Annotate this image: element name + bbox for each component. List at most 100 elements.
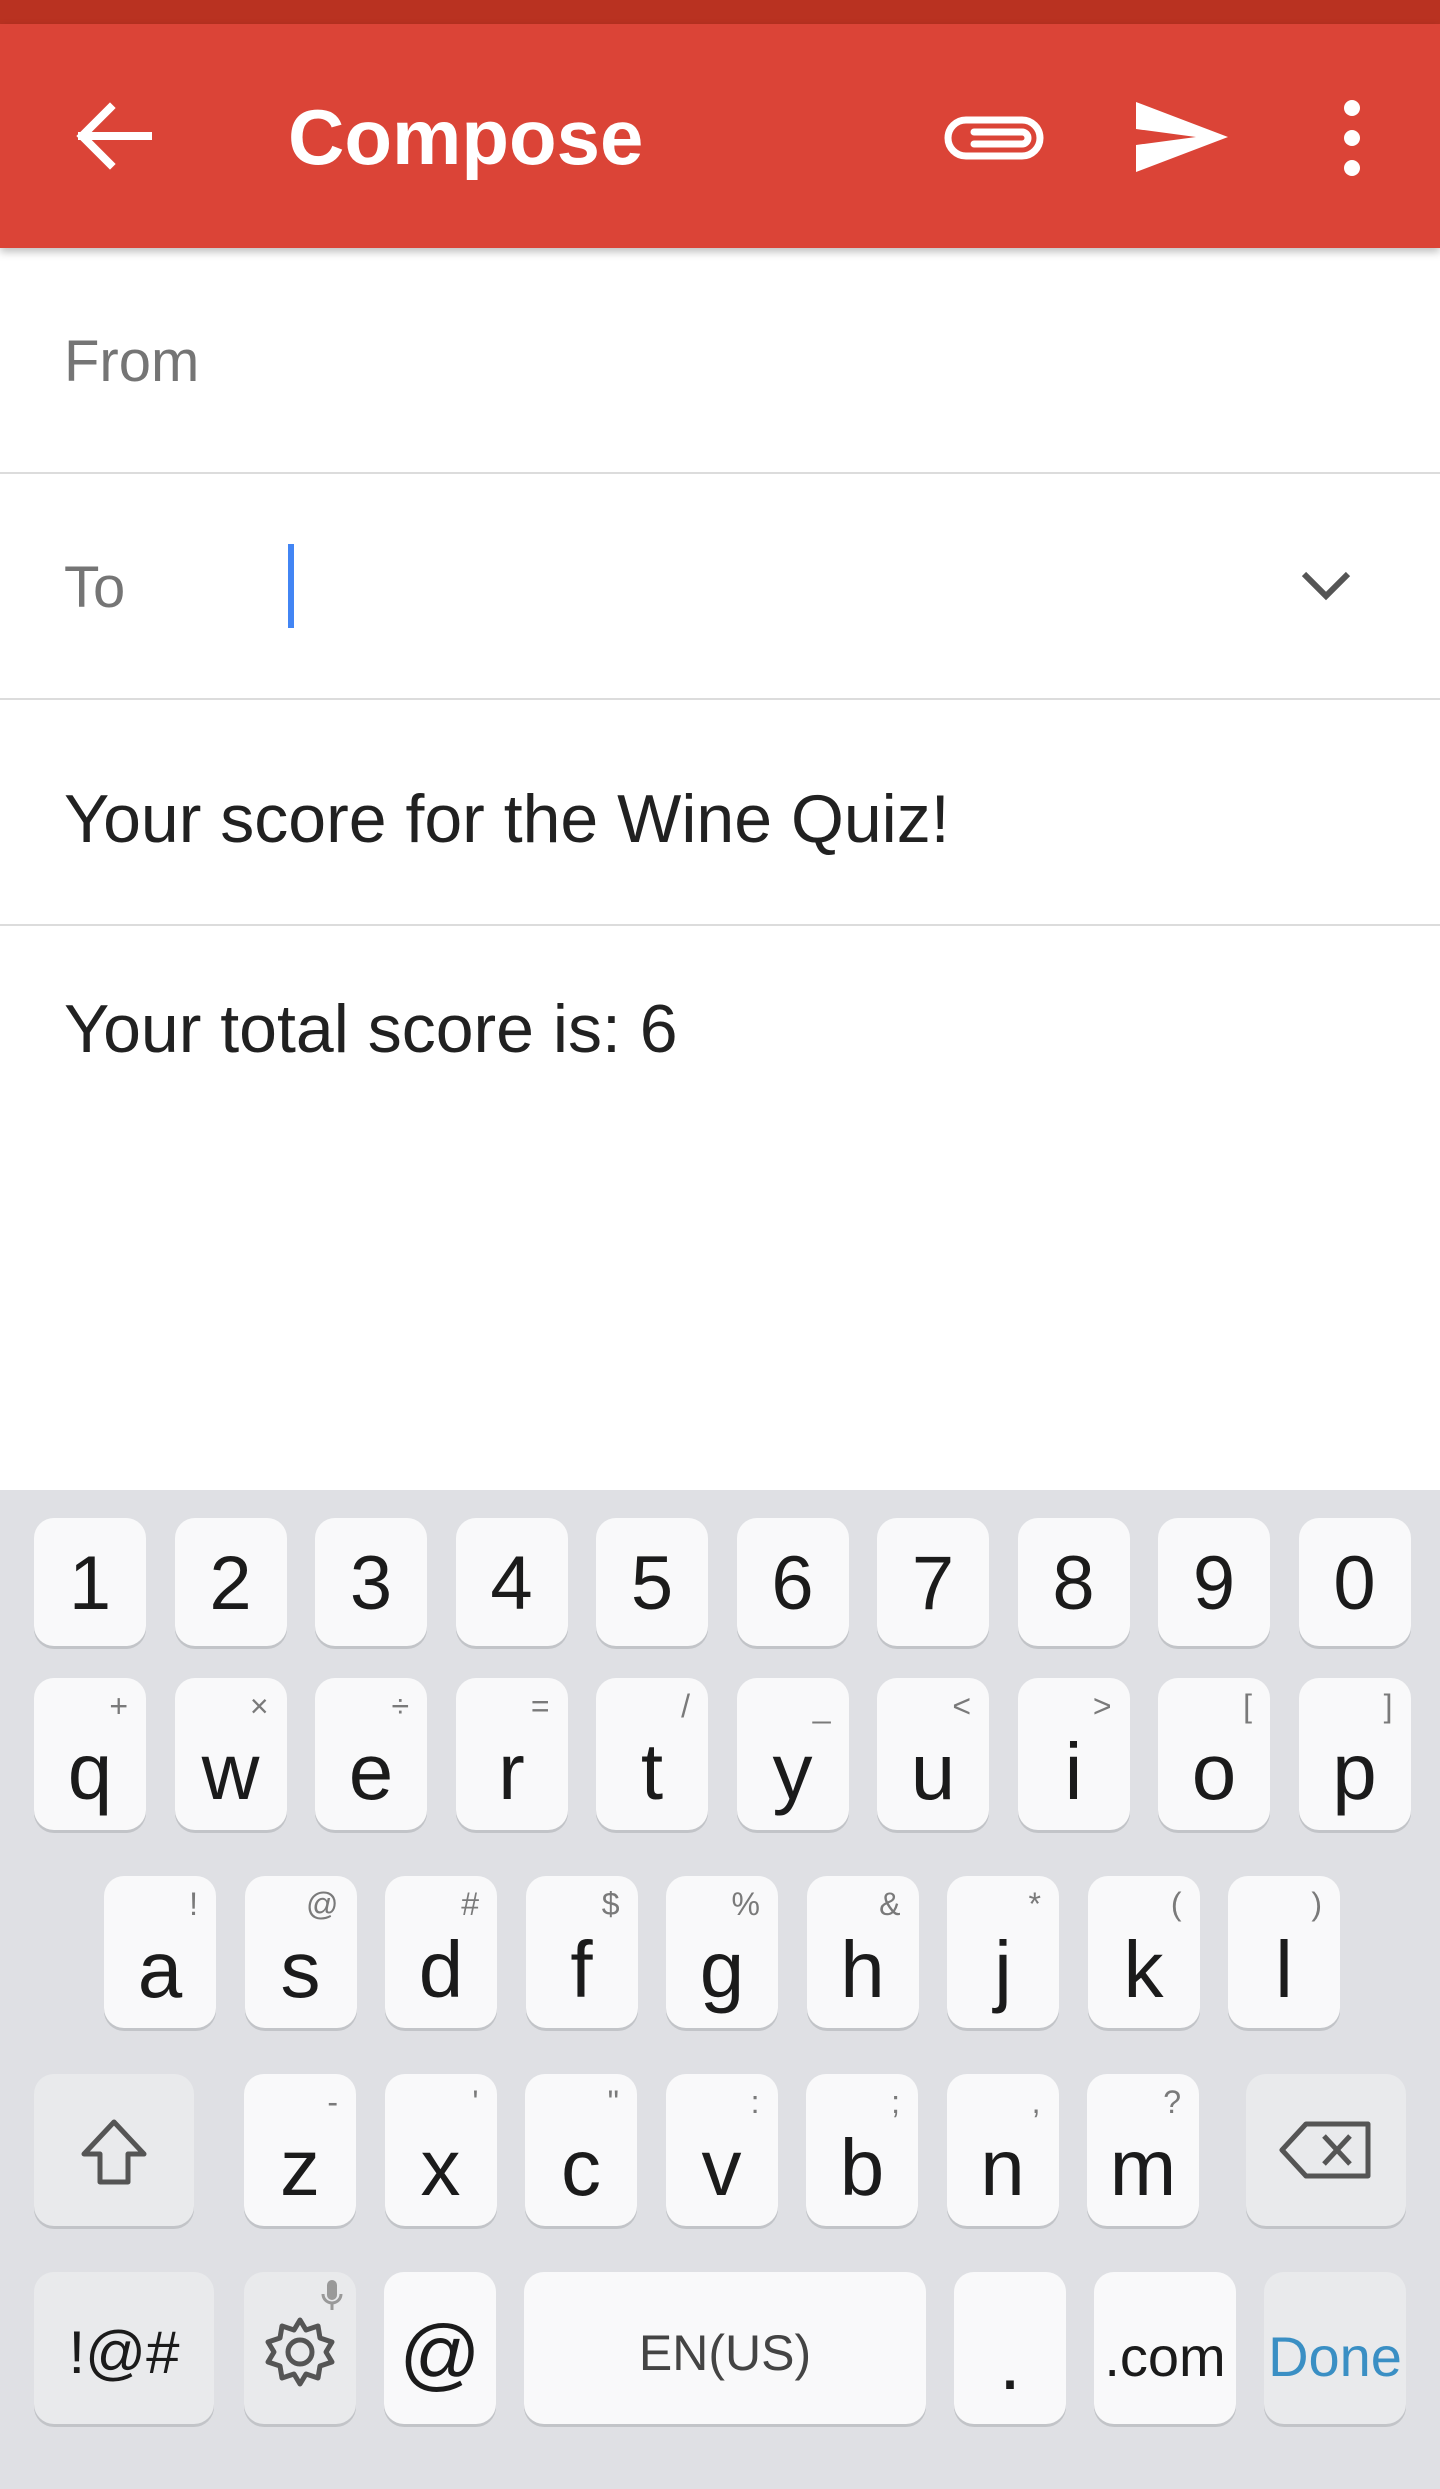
- gear-icon: [265, 2317, 335, 2387]
- key-k[interactable]: k(: [1087, 1876, 1200, 2028]
- key-g-label: g: [699, 1925, 745, 2014]
- backspace-key[interactable]: [1246, 2074, 1406, 2226]
- body-field[interactable]: Your total score is: 6: [64, 990, 678, 1068]
- status-bar: [0, 0, 1440, 24]
- key-y[interactable]: y _: [736, 1678, 849, 1830]
- dotcom-key[interactable]: .com: [1094, 2272, 1236, 2424]
- key-u-label: u: [910, 1727, 956, 1816]
- key-8[interactable]: 8: [1017, 1518, 1130, 1646]
- done-key[interactable]: Done: [1264, 2272, 1406, 2424]
- attachment-icon[interactable]: [944, 104, 1044, 176]
- key-n[interactable]: n,: [946, 2074, 1059, 2226]
- more-vert-icon[interactable]: [1330, 96, 1374, 180]
- key-z-hint: -: [327, 2084, 338, 2120]
- key-e[interactable]: e ÷: [315, 1678, 427, 1830]
- key-l-hint: ): [1311, 1886, 1322, 1922]
- key-w[interactable]: w ×: [174, 1678, 287, 1830]
- key-7[interactable]: 7: [877, 1518, 989, 1646]
- key-x-label: x: [420, 2123, 461, 2212]
- key-r[interactable]: r =: [455, 1678, 568, 1830]
- key-1[interactable]: 1: [34, 1518, 146, 1646]
- key-j-label: j: [994, 1925, 1012, 2014]
- key-q-label: q: [67, 1727, 113, 1816]
- key-5[interactable]: 5: [596, 1518, 708, 1646]
- key-6-label: 6: [771, 1541, 814, 1626]
- key-d-hint: #: [461, 1886, 479, 1922]
- back-arrow-icon[interactable]: [70, 94, 154, 178]
- key-2[interactable]: 2: [174, 1518, 287, 1646]
- key-q-hint: +: [109, 1688, 128, 1724]
- key-3[interactable]: 3: [315, 1518, 427, 1646]
- period-key[interactable]: .: [954, 2272, 1066, 2424]
- send-icon[interactable]: [1132, 96, 1232, 178]
- key-v[interactable]: v:: [665, 2074, 778, 2226]
- key-w-hint: ×: [249, 1688, 269, 1724]
- key-a-label: a: [137, 1925, 183, 2014]
- key-c[interactable]: c ": [525, 2074, 637, 2226]
- key-3-label: 3: [349, 1541, 393, 1626]
- to-input[interactable]: [300, 534, 1204, 636]
- key-a[interactable]: a!: [104, 1876, 216, 2028]
- key-m-hint: ?: [1163, 2084, 1181, 2120]
- key-o-hint: [: [1243, 1688, 1252, 1724]
- from-row[interactable]: From: [0, 248, 1440, 474]
- symbols-key[interactable]: !@#: [34, 2272, 214, 2424]
- key-j[interactable]: j *: [947, 1876, 1059, 2028]
- key-v-hint: :: [750, 2084, 760, 2120]
- key-g-hint: %: [731, 1886, 760, 1922]
- key-o[interactable]: o[: [1158, 1678, 1270, 1830]
- key-k-hint: (: [1170, 1886, 1182, 1922]
- key-d[interactable]: d #: [385, 1876, 497, 2028]
- key-p-hint: ]: [1383, 1688, 1393, 1724]
- to-row[interactable]: To: [0, 474, 1440, 700]
- text-cursor: [288, 544, 294, 628]
- key-t-label: t: [640, 1727, 664, 1816]
- key-c-label: c: [561, 2123, 601, 2212]
- key-4[interactable]: 4: [455, 1518, 568, 1646]
- key-f-label: f: [570, 1925, 593, 2014]
- key-u[interactable]: u <: [877, 1678, 989, 1830]
- key-b-label: b: [839, 2123, 885, 2212]
- key-l-label: l: [1275, 1925, 1293, 2014]
- key-e-hint: ÷: [391, 1688, 409, 1724]
- key-6[interactable]: 6: [736, 1518, 849, 1646]
- key-s[interactable]: s @: [244, 1876, 357, 2028]
- keyboard: 1 2 3 4 5 6 7 8 9 0 q + w × e ÷ r = t / y _ u < i > o[p] a! s @ d # f $ g%…: [0, 1490, 1440, 2489]
- from-label: From: [64, 329, 200, 394]
- key-o-label: o: [1191, 1727, 1237, 1816]
- subject-field[interactable]: Your score for the Wine Quiz!: [64, 780, 950, 858]
- key-n-label: n: [980, 2123, 1025, 2212]
- key-b-hint: ;: [891, 2084, 900, 2120]
- app-bar: Compose: [0, 24, 1440, 248]
- key-p[interactable]: p]: [1298, 1678, 1411, 1830]
- key-f[interactable]: f $: [525, 1876, 638, 2028]
- key-b[interactable]: b;: [806, 2074, 918, 2226]
- key-h[interactable]: h &: [806, 1876, 919, 2028]
- key-s-hint: @: [306, 1886, 339, 1922]
- key-2-label: 2: [209, 1541, 252, 1626]
- key-a-hint: !: [189, 1886, 198, 1922]
- key-x[interactable]: x ': [384, 2074, 497, 2226]
- key-g[interactable]: g%: [666, 1876, 778, 2028]
- key-n-hint: ,: [1031, 2084, 1041, 2120]
- at-key[interactable]: @: [384, 2272, 496, 2424]
- settings-key[interactable]: [244, 2272, 356, 2424]
- key-d-label: d: [418, 1925, 464, 2014]
- key-9-label: 9: [1192, 1541, 1236, 1626]
- key-s-label: s: [280, 1925, 321, 2014]
- subject-row[interactable]: Your score for the Wine Quiz!: [0, 700, 1440, 926]
- key-9[interactable]: 9: [1158, 1518, 1270, 1646]
- key-i[interactable]: i >: [1017, 1678, 1130, 1830]
- shift-key[interactable]: [34, 2074, 194, 2226]
- key-t-hint: /: [681, 1688, 690, 1724]
- key-i-hint: >: [1092, 1688, 1112, 1724]
- key-t[interactable]: t /: [596, 1678, 708, 1830]
- key-m[interactable]: m?: [1087, 2074, 1199, 2226]
- key-0[interactable]: 0: [1298, 1518, 1411, 1646]
- chevron-down-icon[interactable]: [1296, 556, 1356, 616]
- key-i-label: i: [1064, 1727, 1083, 1816]
- key-l[interactable]: l): [1228, 1876, 1340, 2028]
- space-key[interactable]: EN(US): [524, 2272, 926, 2424]
- key-q[interactable]: q +: [34, 1678, 146, 1830]
- key-z[interactable]: z-: [244, 2074, 356, 2226]
